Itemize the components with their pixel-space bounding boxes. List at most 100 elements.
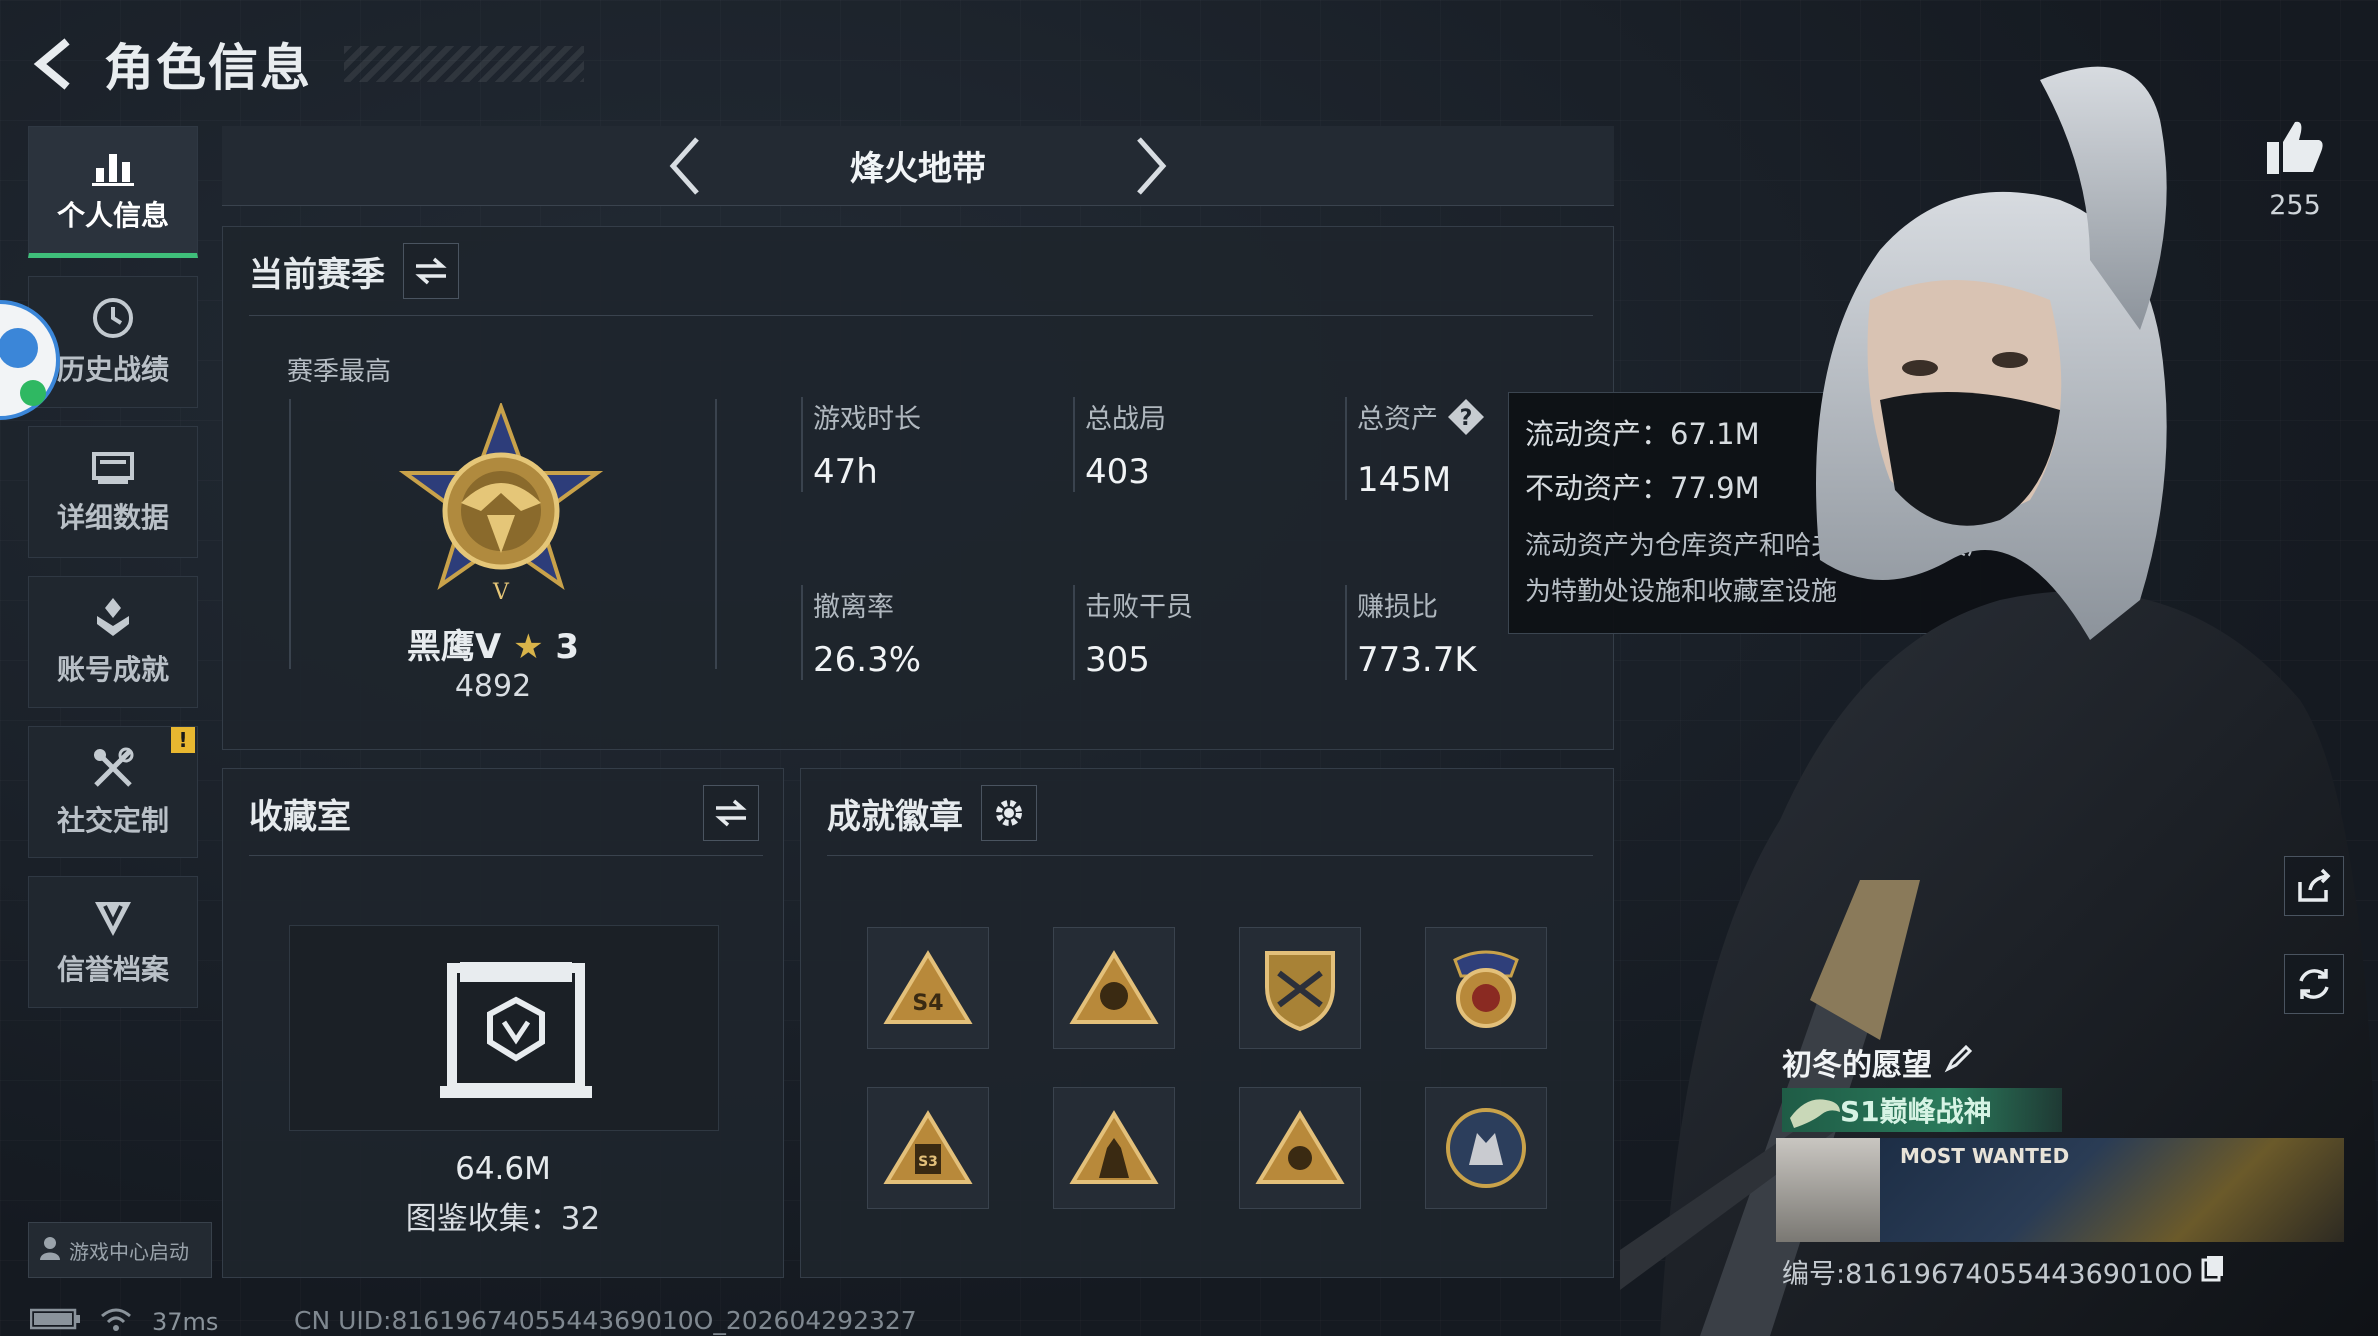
collection-title: 收藏室 (249, 796, 351, 837)
back-arrow-icon[interactable] (24, 36, 80, 92)
season-switch-button[interactable] (403, 243, 459, 299)
gear-icon (996, 800, 1022, 826)
warning-badge: ! (171, 727, 195, 753)
season-title: 当前赛季 (249, 254, 385, 295)
sidebar-item-personal-info[interactable]: 个人信息 (28, 126, 198, 258)
badge-skull-icon[interactable] (1053, 927, 1175, 1049)
stack-icon (90, 448, 136, 488)
achievement-icon (91, 596, 135, 640)
sidebar-item-label: 社交定制 (56, 804, 169, 837)
svg-text:?: ? (1460, 406, 1473, 431)
swap-icon (715, 799, 747, 827)
help-icon[interactable]: ? (1446, 397, 1486, 444)
stat-play-time: 游戏时长 47h (801, 397, 921, 492)
player-uid: 编号:8161967405544369010O (1782, 1252, 2225, 1291)
badge-s4-icon[interactable]: S4 (867, 927, 989, 1049)
badges-header: 成就徽章 (827, 785, 1037, 841)
title-decoration (344, 46, 584, 82)
stat-total-matches: 总战局 403 (1073, 397, 1166, 492)
sidebar-item-social-custom[interactable]: ! 社交定制 (28, 726, 198, 858)
swap-icon (415, 257, 447, 285)
badges-settings-button[interactable] (981, 785, 1037, 841)
like-count: 255 (2269, 190, 2321, 221)
vault-icon (440, 962, 592, 1098)
cn-uid: CN UID:8161967405544369010O_202604292327 (294, 1306, 917, 1335)
sidebar-item-achievements[interactable]: 账号成就 (28, 576, 198, 708)
svg-text:V: V (492, 580, 510, 605)
shield-icon (91, 896, 135, 940)
share-icon (2298, 868, 2331, 902)
card-title: MOST WANTED (1900, 1144, 2070, 1168)
mode-title: 烽火地带 (850, 149, 986, 189)
current-season-panel: 当前赛季 赛季最高 V 黑鹰V ★ 3 4892 游戏时长 47h 总战局 40… (222, 226, 1614, 750)
battery-icon (29, 1308, 80, 1336)
lightning-icon (0, 328, 38, 368)
header: 角色信息 (24, 24, 584, 104)
collection-preview[interactable] (289, 925, 719, 1131)
sidebar: 个人信息 历史战绩 详细数据 账号成就 ! 社交定制 信誉档案 (28, 126, 198, 1026)
bar-chart-icon (92, 146, 134, 186)
season-header: 当前赛季 (249, 243, 459, 299)
sidebar-item-credit-record[interactable]: 信誉档案 (28, 876, 198, 1008)
rank-stars: 3 (555, 627, 580, 667)
game-center-label: 游戏中心启动 (69, 1239, 189, 1264)
prev-mode-button[interactable] (660, 131, 710, 201)
badge-wolf-icon[interactable] (1425, 1087, 1547, 1209)
refresh-icon (2299, 969, 2329, 999)
share-button[interactable] (2284, 856, 2344, 916)
collection-switch-button[interactable] (703, 785, 759, 841)
clock-icon (91, 296, 135, 340)
stat-extraction-rate: 撤离率 26.3% (801, 585, 921, 680)
tools-icon (90, 745, 136, 791)
svg-text:S4: S4 (912, 991, 943, 1016)
achievement-badges-panel: 成就徽章 S4 S3 (800, 768, 1614, 1278)
next-mode-button[interactable] (1126, 131, 1176, 201)
sidebar-item-label: 账号成就 (56, 653, 169, 686)
most-wanted-card[interactable]: MOST WANTED (1880, 1138, 2344, 1242)
profile-cards[interactable]: MOST WANTED (1776, 1138, 2344, 1242)
divider (827, 855, 1593, 856)
rank-emblem-icon: V (391, 401, 611, 627)
badge-s3-icon[interactable]: S3 (867, 1087, 989, 1209)
sidebar-item-label: 个人信息 (56, 199, 169, 232)
sidebar-item-label: 详细数据 (56, 501, 169, 534)
wifi-status-icon (20, 380, 46, 406)
sidebar-item-label: 信誉档案 (56, 953, 169, 986)
season-best-label: 赛季最高 (287, 357, 392, 387)
refresh-button[interactable] (2284, 954, 2344, 1014)
wifi-icon (100, 1306, 132, 1336)
divider (249, 855, 763, 856)
dragon-icon (1786, 1088, 1844, 1136)
sidebar-item-detailed-data[interactable]: 详细数据 (28, 426, 198, 558)
collection-value: 64.6M (455, 1151, 551, 1187)
page-title: 角色信息 (104, 39, 312, 97)
badges-title: 成就徽章 (827, 796, 963, 837)
copy-icon[interactable] (2201, 1254, 2225, 1289)
game-center-launch[interactable]: 游戏中心启动 (28, 1222, 212, 1278)
edit-name-icon[interactable] (1944, 1043, 1974, 1081)
stat-total-assets: 总资产? 145M (1345, 397, 1486, 500)
ping-value: 37ms (152, 1308, 219, 1336)
badge-star-icon[interactable] (1239, 1087, 1361, 1209)
badge-shield-icon[interactable] (1239, 927, 1361, 1049)
thumbs-up-icon (2267, 121, 2323, 174)
divider (249, 315, 1593, 316)
collection-count: 图鉴收集：32 (405, 1201, 601, 1237)
player-name: 初冬的愿望 (1782, 1040, 1974, 1084)
stat-kills: 击败干员 305 (1073, 585, 1193, 680)
sidebar-item-label: 历史战绩 (56, 353, 169, 386)
mode-selector: 烽火地带 (222, 126, 1614, 206)
like-button[interactable]: 255 (2260, 118, 2330, 221)
rank-score: 4892 (454, 669, 532, 704)
svg-text:S3: S3 (918, 1154, 938, 1170)
rank-name: 黑鹰V ★ 3 (406, 627, 580, 667)
collection-room-panel: 收藏室 64.6M 图鉴收集：32 (222, 768, 784, 1278)
badge-soldier-icon[interactable] (1053, 1087, 1175, 1209)
badge-medal-icon[interactable] (1425, 927, 1547, 1049)
title-badge: S1巅峰战神 (1782, 1088, 2062, 1132)
user-icon (39, 1236, 61, 1265)
stat-profit-loss-ratio: 赚损比 773.7K (1345, 585, 1477, 680)
avatar-card[interactable] (1776, 1138, 1880, 1242)
status-bar: 37ms (29, 1306, 219, 1336)
star-icon: ★ (513, 627, 544, 667)
